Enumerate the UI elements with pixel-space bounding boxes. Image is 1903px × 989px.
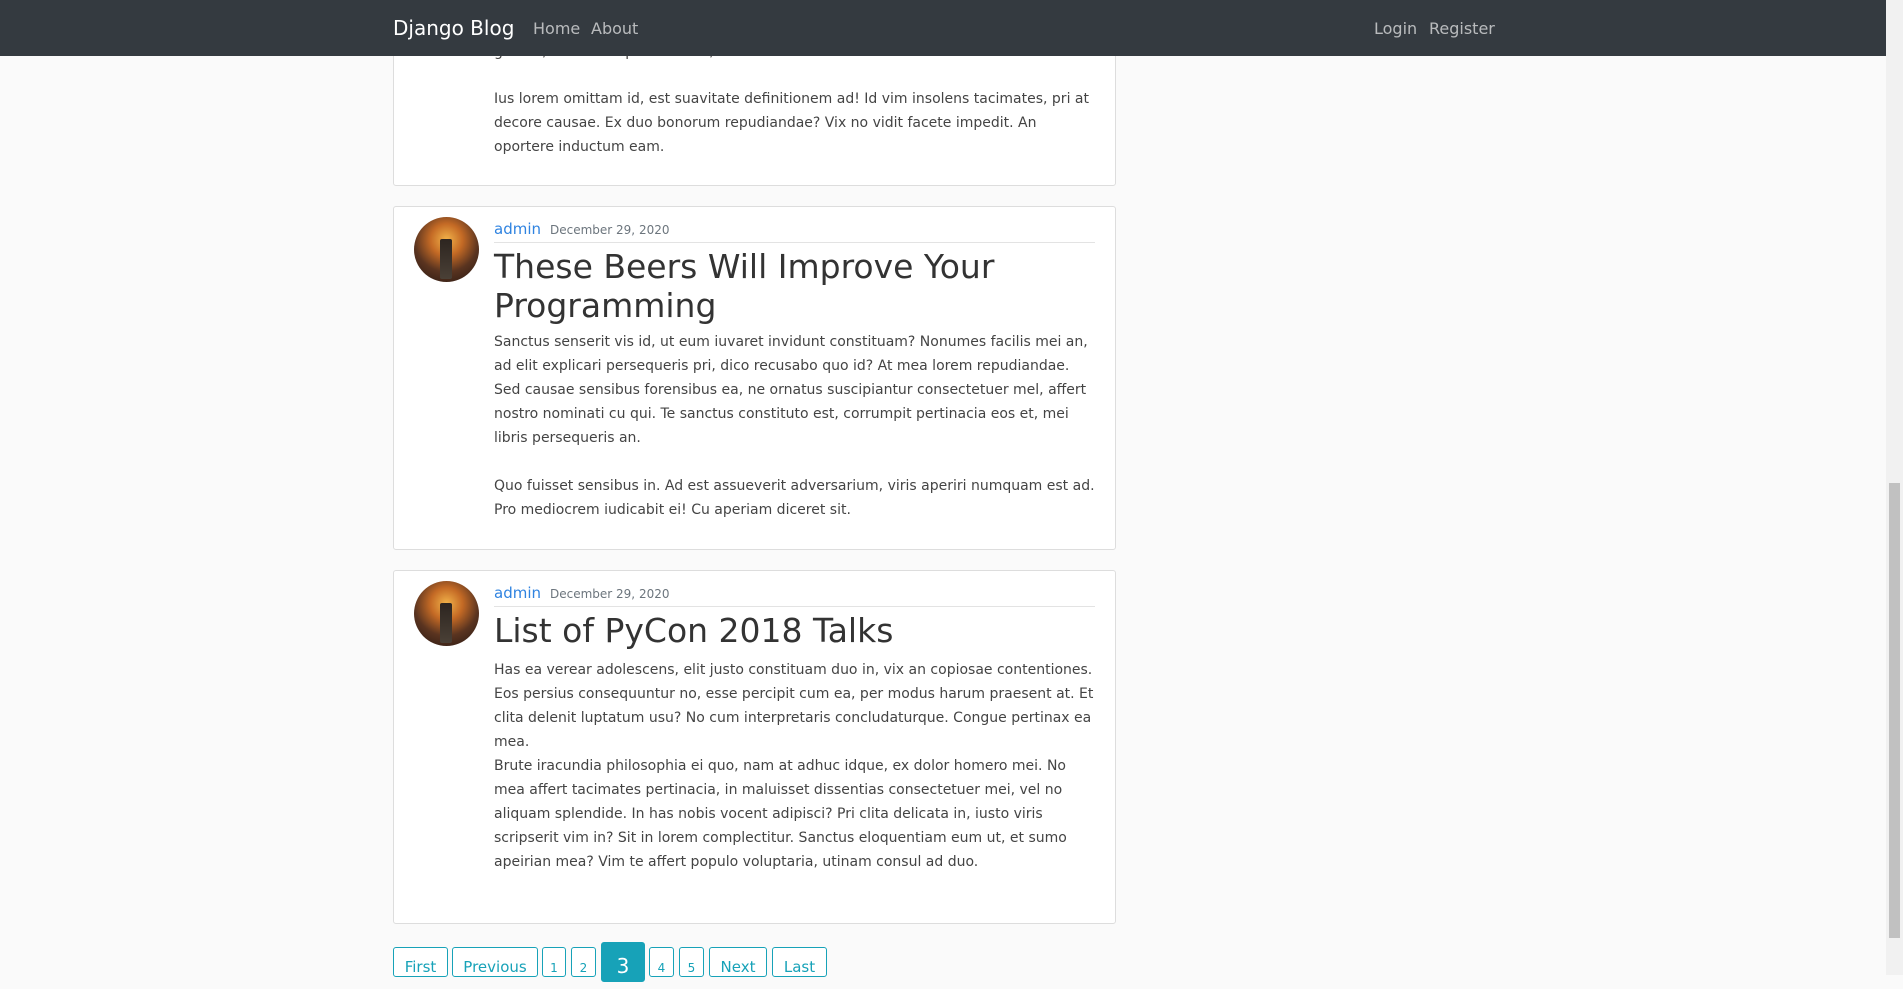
- nav-about-link[interactable]: About: [591, 19, 638, 38]
- pagination-first-button[interactable]: First: [393, 947, 448, 977]
- post-meta: admin December 29, 2020: [494, 207, 1095, 243]
- nav-login-link[interactable]: Login: [1374, 19, 1417, 38]
- post-title-link[interactable]: These Beers Will Improve Your Programmin…: [494, 247, 1095, 325]
- pagination-previous-button[interactable]: Previous: [452, 947, 538, 977]
- post-date: December 29, 2020: [550, 223, 670, 237]
- nav-home-link[interactable]: Home: [533, 19, 580, 38]
- nav-register-link[interactable]: Register: [1429, 19, 1495, 38]
- post-paragraph: Sanctus senserit vis id, ut eum iuvaret …: [494, 334, 1088, 446]
- pagination-page-current[interactable]: 3: [601, 942, 645, 982]
- post-meta: admin December 29, 2020: [494, 571, 1095, 607]
- post-card: admin December 29, 2020 List of PyCon 20…: [393, 570, 1116, 924]
- pagination-page-5[interactable]: 5: [679, 947, 704, 977]
- top-navbar: Django Blog Home About Login Register: [0, 0, 1886, 56]
- pagination-page-1[interactable]: 1: [542, 947, 566, 977]
- post-card: admin December 29, 2020 These Beers Will…: [393, 206, 1116, 550]
- author-link[interactable]: admin: [494, 584, 541, 602]
- post-paragraph: Brute iracundia philosophia ei quo, nam …: [494, 758, 1067, 870]
- post-date: December 29, 2020: [550, 587, 670, 601]
- post-paragraph: Quo fuisset sensibus in. Ad est assuever…: [494, 478, 1095, 518]
- author-avatar: [414, 581, 479, 646]
- author-avatar: [414, 217, 479, 282]
- author-link[interactable]: admin: [494, 220, 541, 238]
- post-title-link[interactable]: List of PyCon 2018 Talks: [494, 611, 1095, 650]
- pagination-page-2[interactable]: 2: [571, 947, 596, 977]
- pagination-last-button[interactable]: Last: [772, 947, 827, 977]
- post-paragraph: Ius lorem omittam id, est suavitate defi…: [494, 91, 1089, 155]
- pagination-page-4[interactable]: 4: [649, 947, 674, 977]
- brand-logo[interactable]: Django Blog: [393, 16, 514, 40]
- pagination-next-button[interactable]: Next: [709, 947, 767, 977]
- post-paragraph: Has ea verear adolescens, elit justo con…: [494, 662, 1094, 750]
- scrollbar-thumb[interactable]: [1889, 483, 1900, 938]
- page-scrollbar[interactable]: [1886, 0, 1903, 975]
